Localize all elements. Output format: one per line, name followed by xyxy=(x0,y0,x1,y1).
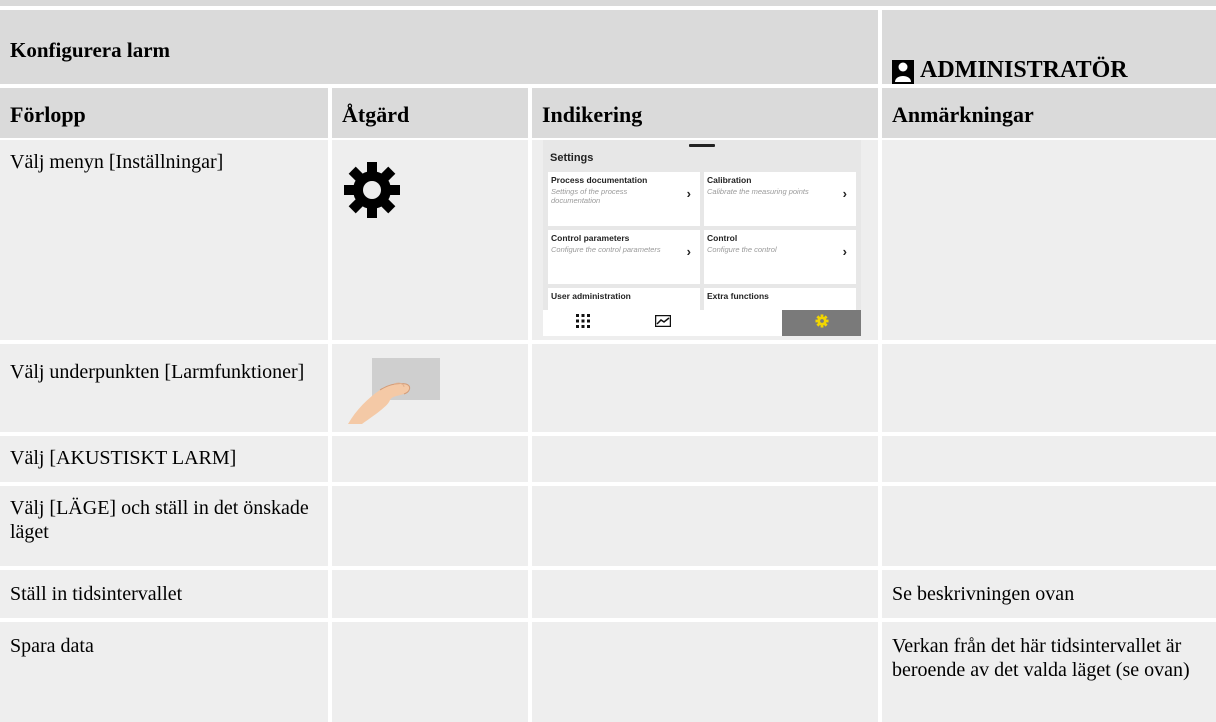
nav-settings xyxy=(782,310,861,336)
remark-text xyxy=(882,486,1216,566)
tile-control-parameters: Control parameters Configure the control… xyxy=(548,230,700,284)
drag-handle xyxy=(689,144,715,147)
tile-title: Process documentation xyxy=(551,175,648,185)
tile-title: Calibration xyxy=(707,175,752,185)
step-text: Välj [AKUSTISKT LARM] xyxy=(0,436,332,482)
step-text: Välj underpunkten [Larmfunktioner] xyxy=(0,344,332,432)
tile-subtitle: Configure the control parameters xyxy=(551,245,661,254)
column-header-action: Åtgärd xyxy=(332,88,532,138)
tile-subtitle: Calibrate the measuring points xyxy=(707,187,809,196)
remark-text xyxy=(882,436,1216,482)
tile-title: Control parameters xyxy=(551,233,630,243)
title-row: Konfigurera larm ADMINISTRATÖR xyxy=(0,10,1216,84)
column-header-row: Förlopp Åtgärd Indikering Anmärkningar xyxy=(0,88,1216,138)
action-cell xyxy=(332,436,532,482)
tile-user-administration: User administration xyxy=(548,288,700,310)
chevron-right-icon: › xyxy=(842,244,847,259)
column-header-steps: Förlopp xyxy=(0,88,332,138)
role-badge: ADMINISTRATÖR xyxy=(882,10,1216,84)
tile-calibration: Calibration Calibrate the measuring poin… xyxy=(704,172,856,226)
display-cell xyxy=(532,570,882,618)
step-text: Spara data xyxy=(0,622,332,722)
finger-tap-icon xyxy=(346,354,446,431)
table-row: Spara data Verkan från det här tidsinter… xyxy=(0,622,1216,722)
remark-text xyxy=(882,140,1216,340)
remark-text: Se beskrivningen ovan xyxy=(882,570,1216,618)
column-header-display: Indikering xyxy=(532,88,882,138)
chevron-right-icon: › xyxy=(686,244,691,259)
tile-title: User administration xyxy=(551,291,631,301)
tile-subtitle: Configure the control xyxy=(707,245,777,254)
action-cell xyxy=(332,622,532,722)
action-cell xyxy=(332,140,532,340)
nav-chart xyxy=(623,310,703,336)
tile-title: Extra functions xyxy=(707,291,769,301)
bottom-nav xyxy=(543,310,861,336)
display-cell xyxy=(532,622,882,722)
gear-icon xyxy=(814,313,829,333)
table-row: Välj underpunkten [Larmfunktioner] xyxy=(0,344,1216,432)
tile-control: Control Configure the control › xyxy=(704,230,856,284)
table-row: Välj [LÄGE] och ställ in det önskade läg… xyxy=(0,486,1216,566)
chevron-right-icon: › xyxy=(686,186,691,201)
tile-title: Control xyxy=(707,233,738,243)
action-cell xyxy=(332,570,532,618)
table-row: Välj [AKUSTISKT LARM] xyxy=(0,436,1216,482)
display-cell xyxy=(532,486,882,566)
action-cell xyxy=(332,344,532,432)
step-text: Välj menyn [Inställningar] xyxy=(0,140,332,340)
tile-extra-functions: Extra functions xyxy=(704,288,856,310)
display-cell xyxy=(532,436,882,482)
chart-icon xyxy=(654,314,672,332)
remark-text: Verkan från det här tidsintervallet är b… xyxy=(882,622,1216,722)
page-title: Konfigurera larm xyxy=(0,10,882,84)
display-cell xyxy=(532,344,882,432)
gear-icon xyxy=(342,160,402,225)
table-row: Ställ in tidsintervallet Se beskrivninge… xyxy=(0,570,1216,618)
chevron-right-icon: › xyxy=(842,186,847,201)
column-header-remarks: Anmärkningar xyxy=(882,88,1216,138)
user-icon xyxy=(892,60,914,84)
settings-screen-preview: Settings Process documentation Settings … xyxy=(543,140,861,336)
remark-text xyxy=(882,344,1216,432)
grid-icon xyxy=(576,313,590,333)
action-cell xyxy=(332,486,532,566)
role-label: ADMINISTRATÖR xyxy=(920,57,1128,83)
top-divider xyxy=(0,0,1216,6)
step-text: Ställ in tidsintervallet xyxy=(0,570,332,618)
tile-process-documentation: Process documentation Settings of the pr… xyxy=(548,172,700,226)
nav-grid xyxy=(543,310,623,336)
tile-subtitle: Settings of the process documentation xyxy=(551,187,628,205)
settings-title: Settings xyxy=(550,152,594,164)
step-text: Välj [LÄGE] och ställ in det önskade läg… xyxy=(0,486,332,566)
